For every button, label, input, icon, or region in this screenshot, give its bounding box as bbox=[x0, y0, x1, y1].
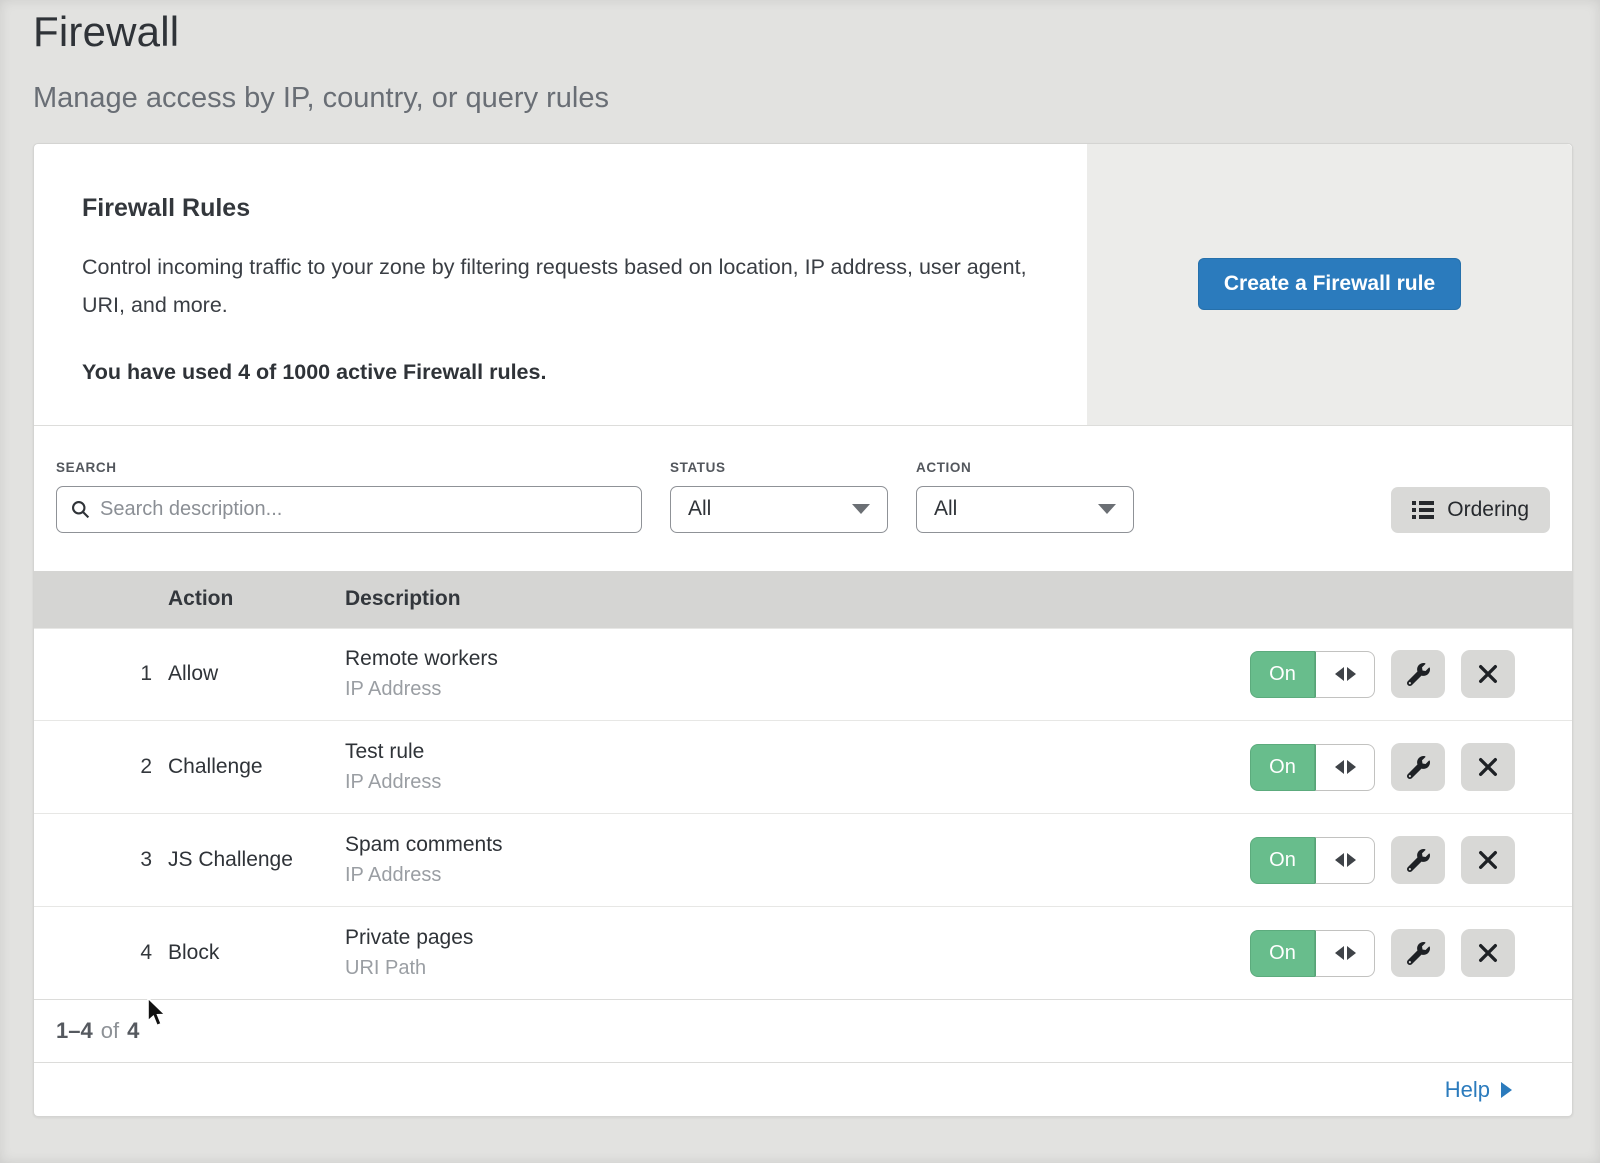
rule-action: Allow bbox=[168, 662, 345, 686]
rule-description-cell: Private pages URI Path bbox=[345, 926, 1142, 980]
pagination-range: 1–4 bbox=[56, 1018, 93, 1044]
rule-enabled-toggle[interactable]: On bbox=[1250, 930, 1375, 977]
ordering-button[interactable]: Ordering bbox=[1391, 487, 1550, 533]
edit-rule-button[interactable] bbox=[1391, 929, 1445, 977]
rule-action: Challenge bbox=[168, 755, 345, 779]
rule-action: JS Challenge bbox=[168, 848, 345, 872]
action-selected-value: All bbox=[934, 497, 957, 521]
rule-match-field: URI Path bbox=[345, 957, 1142, 980]
column-header-action: Action bbox=[168, 587, 345, 611]
rules-description: Control incoming traffic to your zone by… bbox=[82, 249, 1032, 324]
card-footer: Help bbox=[34, 1062, 1572, 1116]
close-icon bbox=[1477, 756, 1499, 778]
rule-description: Spam comments bbox=[345, 833, 1142, 857]
rule-controls: On bbox=[1142, 836, 1572, 884]
edit-rule-button[interactable] bbox=[1391, 743, 1445, 791]
wrench-icon bbox=[1407, 942, 1430, 965]
help-link-label: Help bbox=[1445, 1077, 1490, 1103]
pagination-of: of bbox=[101, 1018, 119, 1044]
rule-match-field: IP Address bbox=[345, 864, 1142, 887]
toggle-on-segment[interactable]: On bbox=[1250, 930, 1315, 977]
mouse-cursor-icon bbox=[146, 997, 170, 1034]
edit-rule-button[interactable] bbox=[1391, 836, 1445, 884]
pagination-bar: 1–4 of 4 bbox=[34, 999, 1572, 1062]
toggle-handle-arrows-icon[interactable] bbox=[1315, 930, 1375, 977]
delete-rule-button[interactable] bbox=[1461, 743, 1515, 791]
close-icon bbox=[1477, 942, 1499, 964]
rule-action: Block bbox=[168, 941, 345, 965]
search-filter-group: SEARCH bbox=[56, 460, 642, 533]
firewall-rules-card: Firewall Rules Control incoming traffic … bbox=[33, 143, 1573, 1117]
action-select[interactable]: All bbox=[916, 486, 1134, 533]
search-input[interactable] bbox=[100, 498, 628, 521]
page-header: Firewall Manage access by IP, country, o… bbox=[0, 0, 1600, 115]
pagination-total: 4 bbox=[127, 1018, 139, 1044]
wrench-icon bbox=[1407, 663, 1430, 686]
rule-description-cell: Test rule IP Address bbox=[345, 740, 1142, 794]
intro-section: Firewall Rules Control incoming traffic … bbox=[34, 144, 1572, 426]
rules-heading: Firewall Rules bbox=[82, 194, 1039, 223]
rule-controls: On bbox=[1142, 650, 1572, 698]
rule-description: Remote workers bbox=[345, 647, 1142, 671]
page-subtitle: Manage access by IP, country, or query r… bbox=[33, 82, 1600, 115]
status-selected-value: All bbox=[688, 497, 711, 521]
chevron-down-icon bbox=[852, 504, 870, 514]
rule-controls: On bbox=[1142, 929, 1572, 977]
rule-enabled-toggle[interactable]: On bbox=[1250, 744, 1375, 791]
toggle-handle-arrows-icon[interactable] bbox=[1315, 744, 1375, 791]
rule-match-field: IP Address bbox=[345, 771, 1142, 794]
filters-bar: SEARCH STATUS All ACTION All bbox=[34, 426, 1572, 571]
edit-rule-button[interactable] bbox=[1391, 650, 1445, 698]
action-filter-group: ACTION All bbox=[916, 460, 1134, 533]
rule-priority: 3 bbox=[140, 848, 168, 872]
help-link[interactable]: Help bbox=[1445, 1077, 1512, 1103]
rule-enabled-toggle[interactable]: On bbox=[1250, 837, 1375, 884]
rule-description: Test rule bbox=[345, 740, 1142, 764]
ordering-button-label: Ordering bbox=[1447, 498, 1529, 522]
rule-priority: 4 bbox=[140, 941, 168, 965]
intro-text-panel: Firewall Rules Control incoming traffic … bbox=[34, 144, 1087, 425]
status-label: STATUS bbox=[670, 460, 888, 475]
rule-description: Private pages bbox=[345, 926, 1142, 950]
rules-usage-note: You have used 4 of 1000 active Firewall … bbox=[82, 360, 1039, 385]
delete-rule-button[interactable] bbox=[1461, 929, 1515, 977]
table-row: 3 JS Challenge Spam comments IP Address … bbox=[34, 813, 1572, 906]
table-header: Action Description bbox=[34, 571, 1572, 628]
search-label: SEARCH bbox=[56, 460, 642, 475]
delete-rule-button[interactable] bbox=[1461, 650, 1515, 698]
rule-enabled-toggle[interactable]: On bbox=[1250, 651, 1375, 698]
wrench-icon bbox=[1407, 849, 1430, 872]
search-box[interactable] bbox=[56, 486, 642, 533]
rule-priority: 2 bbox=[140, 755, 168, 779]
status-filter-group: STATUS All bbox=[670, 460, 888, 533]
page-title: Firewall bbox=[33, 8, 1600, 56]
delete-rule-button[interactable] bbox=[1461, 836, 1515, 884]
table-row: 4 Block Private pages URI Path On bbox=[34, 906, 1572, 999]
rule-match-field: IP Address bbox=[345, 678, 1142, 701]
column-header-description: Description bbox=[345, 587, 1142, 611]
search-icon bbox=[70, 499, 91, 520]
toggle-on-segment[interactable]: On bbox=[1250, 651, 1315, 698]
toggle-handle-arrows-icon[interactable] bbox=[1315, 651, 1375, 698]
rule-priority: 1 bbox=[140, 662, 168, 686]
create-firewall-rule-button[interactable]: Create a Firewall rule bbox=[1198, 258, 1461, 310]
table-row: 1 Allow Remote workers IP Address On bbox=[34, 628, 1572, 721]
close-icon bbox=[1477, 849, 1499, 871]
table-row: 2 Challenge Test rule IP Address On bbox=[34, 720, 1572, 813]
action-label: ACTION bbox=[916, 460, 1134, 475]
list-ordering-icon bbox=[1412, 500, 1434, 520]
arrow-right-icon bbox=[1501, 1082, 1512, 1098]
chevron-down-icon bbox=[1098, 504, 1116, 514]
rule-description-cell: Remote workers IP Address bbox=[345, 647, 1142, 701]
create-rule-panel: Create a Firewall rule bbox=[1087, 144, 1572, 425]
status-select[interactable]: All bbox=[670, 486, 888, 533]
toggle-on-segment[interactable]: On bbox=[1250, 744, 1315, 791]
wrench-icon bbox=[1407, 756, 1430, 779]
toggle-handle-arrows-icon[interactable] bbox=[1315, 837, 1375, 884]
firewall-page: { "page": { "title": "Firewall", "subtit… bbox=[0, 0, 1600, 1163]
toggle-on-segment[interactable]: On bbox=[1250, 837, 1315, 884]
close-icon bbox=[1477, 663, 1499, 685]
rule-description-cell: Spam comments IP Address bbox=[345, 833, 1142, 887]
rule-controls: On bbox=[1142, 743, 1572, 791]
